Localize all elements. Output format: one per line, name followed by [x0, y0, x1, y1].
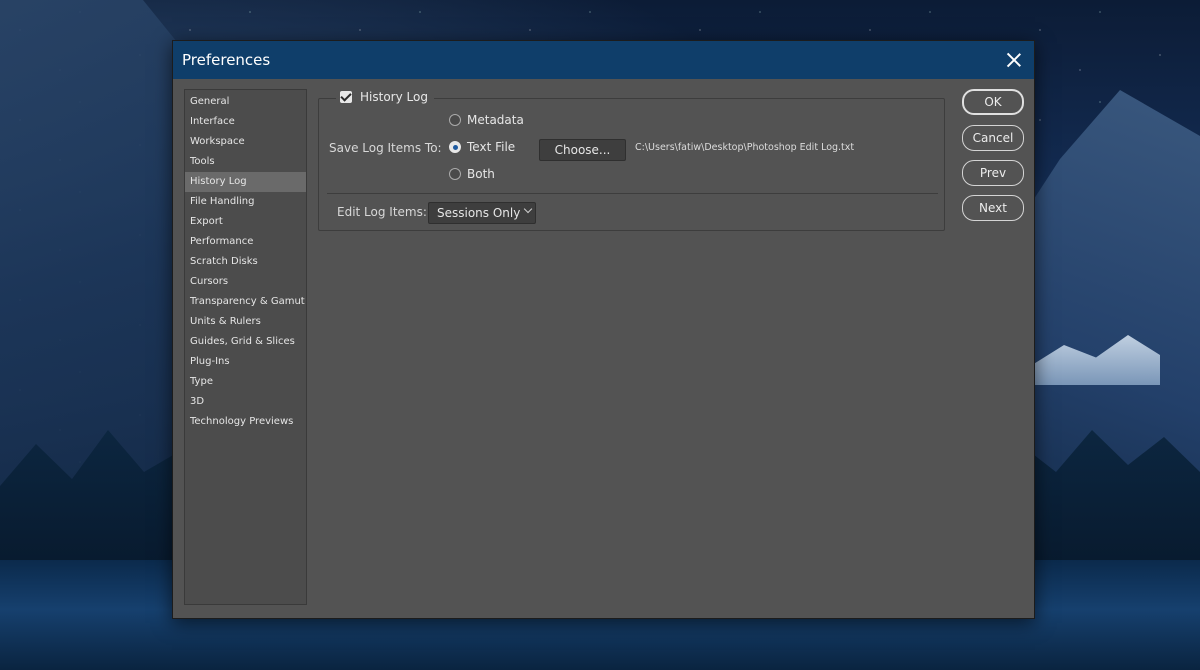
history-log-checkbox[interactable]: [340, 91, 352, 103]
sidebar-item-workspace[interactable]: Workspace: [185, 132, 306, 152]
sidebar-item-scratch-disks[interactable]: Scratch Disks: [185, 252, 306, 272]
title-bar[interactable]: Preferences: [173, 41, 1034, 79]
next-button[interactable]: Next: [962, 195, 1024, 221]
sidebar-item-cursors[interactable]: Cursors: [185, 272, 306, 292]
preferences-dialog: Preferences General Interface Workspace …: [172, 40, 1035, 619]
sidebar-item-units-rulers[interactable]: Units & Rulers: [185, 312, 306, 332]
radio-both-label: Both: [467, 167, 495, 181]
radio-text-file[interactable]: [449, 141, 461, 153]
sidebar-item-file-handling[interactable]: File Handling: [185, 192, 306, 212]
save-log-items-label: Save Log Items To:: [329, 141, 442, 155]
sidebar-item-type[interactable]: Type: [185, 372, 306, 392]
sidebar-item-performance[interactable]: Performance: [185, 232, 306, 252]
history-log-checkbox-label: History Log: [360, 90, 428, 104]
window-title: Preferences: [182, 51, 271, 69]
sidebar-item-interface[interactable]: Interface: [185, 112, 306, 132]
history-log-legend: History Log: [336, 90, 434, 104]
radio-text-file-label: Text File: [467, 140, 516, 154]
close-icon[interactable]: [1004, 50, 1024, 70]
sidebar-item-3d[interactable]: 3D: [185, 392, 306, 412]
group-divider: [327, 193, 938, 194]
edit-log-items-value: Sessions Only: [437, 206, 521, 220]
sidebar-item-plug-ins[interactable]: Plug-Ins: [185, 352, 306, 372]
log-file-path: C:\Users\fatiw\Desktop\Photoshop Edit Lo…: [635, 142, 855, 153]
edit-log-items-select[interactable]: Sessions Only: [428, 202, 536, 224]
sidebar-item-history-log[interactable]: History Log: [185, 172, 306, 192]
edit-log-items-label: Edit Log Items:: [337, 205, 427, 219]
cancel-button[interactable]: Cancel: [962, 125, 1024, 151]
sidebar-item-transparency-gamut[interactable]: Transparency & Gamut: [185, 292, 306, 312]
sidebar-item-general[interactable]: General: [185, 92, 306, 112]
sidebar-item-tools[interactable]: Tools: [185, 152, 306, 172]
radio-metadata[interactable]: [449, 114, 461, 126]
ok-button[interactable]: OK: [962, 89, 1024, 115]
history-log-group: History Log Save Log Items To: Metadata …: [318, 90, 945, 231]
sidebar-item-guides-grid-slices[interactable]: Guides, Grid & Slices: [185, 332, 306, 352]
preferences-sidebar: General Interface Workspace Tools Histor…: [184, 89, 307, 605]
chevron-down-icon: [523, 204, 533, 214]
prev-button[interactable]: Prev: [962, 160, 1024, 186]
choose-button[interactable]: Choose...: [539, 139, 626, 161]
sidebar-item-export[interactable]: Export: [185, 212, 306, 232]
radio-metadata-label: Metadata: [467, 113, 524, 127]
sidebar-item-technology-previews[interactable]: Technology Previews: [185, 412, 306, 432]
radio-both[interactable]: [449, 168, 461, 180]
